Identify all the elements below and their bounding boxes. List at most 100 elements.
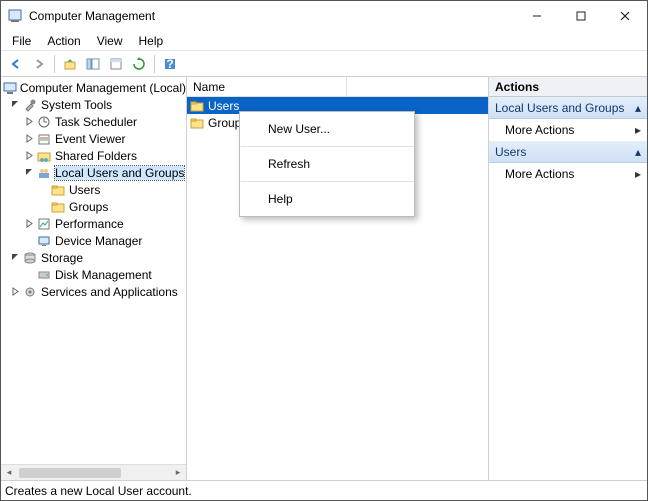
list-label: Users (208, 99, 239, 113)
computer-icon (3, 80, 17, 96)
list-header: Name (187, 77, 488, 97)
folder-icon (50, 199, 66, 215)
actions-header: Actions (489, 77, 647, 97)
list-pane: Name Users Groups New User... Refresh (187, 77, 489, 480)
context-menu: New User... Refresh Help (239, 111, 415, 217)
tree-label: Groups (69, 200, 108, 214)
toolbar-separator (154, 55, 155, 73)
tree-users[interactable]: Users (1, 181, 186, 198)
tree-label: Local Users and Groups (55, 166, 184, 180)
actions-section-label: Users (495, 145, 526, 159)
collapse-arrow-icon: ▴ (635, 145, 641, 159)
chevron-right-icon: ▸ (635, 123, 641, 137)
tree-groups[interactable]: Groups (1, 198, 186, 215)
tree-local-users-and-groups[interactable]: Local Users and Groups (1, 164, 186, 181)
collapse-icon[interactable] (9, 252, 21, 264)
actions-item-label: More Actions (505, 167, 574, 181)
tree-task-scheduler[interactable]: Task Scheduler (1, 113, 186, 130)
menu-bar: File Action View Help (1, 31, 647, 51)
tree-label: Users (69, 183, 100, 197)
tree-label: Disk Management (55, 268, 152, 282)
collapse-icon[interactable] (9, 99, 21, 111)
tools-icon (22, 97, 38, 113)
help-button[interactable]: ? (159, 53, 181, 75)
tree-label: Shared Folders (55, 149, 137, 163)
expand-icon[interactable] (23, 133, 35, 145)
actions-section-lug[interactable]: Local Users and Groups ▴ (489, 97, 647, 119)
toolbar-separator (54, 55, 55, 73)
show-hide-tree-button[interactable] (82, 53, 104, 75)
list-body[interactable]: Users Groups New User... Refresh Help (187, 97, 488, 480)
tree-disk-management[interactable]: Disk Management (1, 266, 186, 283)
maximize-button[interactable] (559, 1, 603, 31)
tree-label: Computer Management (Local) (20, 81, 186, 95)
tree-label: Device Manager (55, 234, 142, 248)
up-button[interactable] (59, 53, 81, 75)
actions-pane: Actions Local Users and Groups ▴ More Ac… (489, 77, 647, 480)
expand-icon[interactable] (9, 286, 21, 298)
tree-services-and-applications[interactable]: Services and Applications (1, 283, 186, 300)
tree-event-viewer[interactable]: Event Viewer (1, 130, 186, 147)
collapse-arrow-icon: ▴ (635, 101, 641, 115)
actions-section-label: Local Users and Groups (495, 101, 624, 115)
close-button[interactable] (603, 1, 647, 31)
scroll-thumb[interactable] (19, 468, 121, 478)
menu-view[interactable]: View (90, 32, 130, 50)
tree-device-manager[interactable]: Device Manager (1, 232, 186, 249)
users-groups-icon (36, 165, 52, 181)
tree-label: System Tools (41, 98, 112, 112)
expand-icon[interactable] (23, 116, 35, 128)
tree-label: Event Viewer (55, 132, 125, 146)
context-separator (241, 146, 413, 147)
event-icon (36, 131, 52, 147)
tree-root[interactable]: Computer Management (Local) (1, 79, 186, 96)
app-window: Computer Management File Action View Hel… (0, 0, 648, 501)
tree-storage[interactable]: Storage (1, 249, 186, 266)
chevron-right-icon: ▸ (635, 167, 641, 181)
back-button[interactable] (5, 53, 27, 75)
forward-button[interactable] (28, 53, 50, 75)
folder-icon (50, 182, 66, 198)
blank (1, 82, 2, 94)
expand-icon[interactable] (23, 150, 35, 162)
tree-system-tools[interactable]: System Tools (1, 96, 186, 113)
folder-icon (189, 98, 205, 114)
shared-folder-icon (36, 148, 52, 164)
context-help[interactable]: Help (240, 186, 414, 212)
tree-scrollbar[interactable]: ◂ ▸ (1, 464, 186, 480)
menu-help[interactable]: Help (132, 32, 171, 50)
export-button[interactable] (105, 53, 127, 75)
collapse-icon[interactable] (23, 167, 35, 179)
tree-label: Performance (55, 217, 124, 231)
services-icon (22, 284, 38, 300)
actions-more-lug[interactable]: More Actions ▸ (489, 119, 647, 141)
status-bar: Creates a new Local User account. (1, 480, 647, 500)
actions-item-label: More Actions (505, 123, 574, 137)
column-name[interactable]: Name (187, 77, 347, 96)
app-icon (7, 8, 23, 24)
clock-icon (36, 114, 52, 130)
svg-text:?: ? (166, 57, 173, 71)
title-bar: Computer Management (1, 1, 647, 31)
menu-file[interactable]: File (5, 32, 38, 50)
actions-more-users[interactable]: More Actions ▸ (489, 163, 647, 185)
folder-icon (189, 115, 205, 131)
tree-label: Storage (41, 251, 83, 265)
scroll-left-icon[interactable]: ◂ (1, 465, 17, 481)
minimize-button[interactable] (515, 1, 559, 31)
context-refresh[interactable]: Refresh (240, 151, 414, 177)
menu-action[interactable]: Action (40, 32, 87, 50)
window-title: Computer Management (29, 9, 515, 23)
disk-icon (36, 267, 52, 283)
actions-section-users[interactable]: Users ▴ (489, 141, 647, 163)
tree-label: Services and Applications (41, 285, 178, 299)
tree-shared-folders[interactable]: Shared Folders (1, 147, 186, 164)
toolbar: ? (1, 51, 647, 77)
context-new-user[interactable]: New User... (240, 116, 414, 142)
scroll-right-icon[interactable]: ▸ (170, 465, 186, 481)
refresh-button[interactable] (128, 53, 150, 75)
expand-icon[interactable] (23, 218, 35, 230)
tree-performance[interactable]: Performance (1, 215, 186, 232)
tree-label: Task Scheduler (55, 115, 137, 129)
performance-icon (36, 216, 52, 232)
